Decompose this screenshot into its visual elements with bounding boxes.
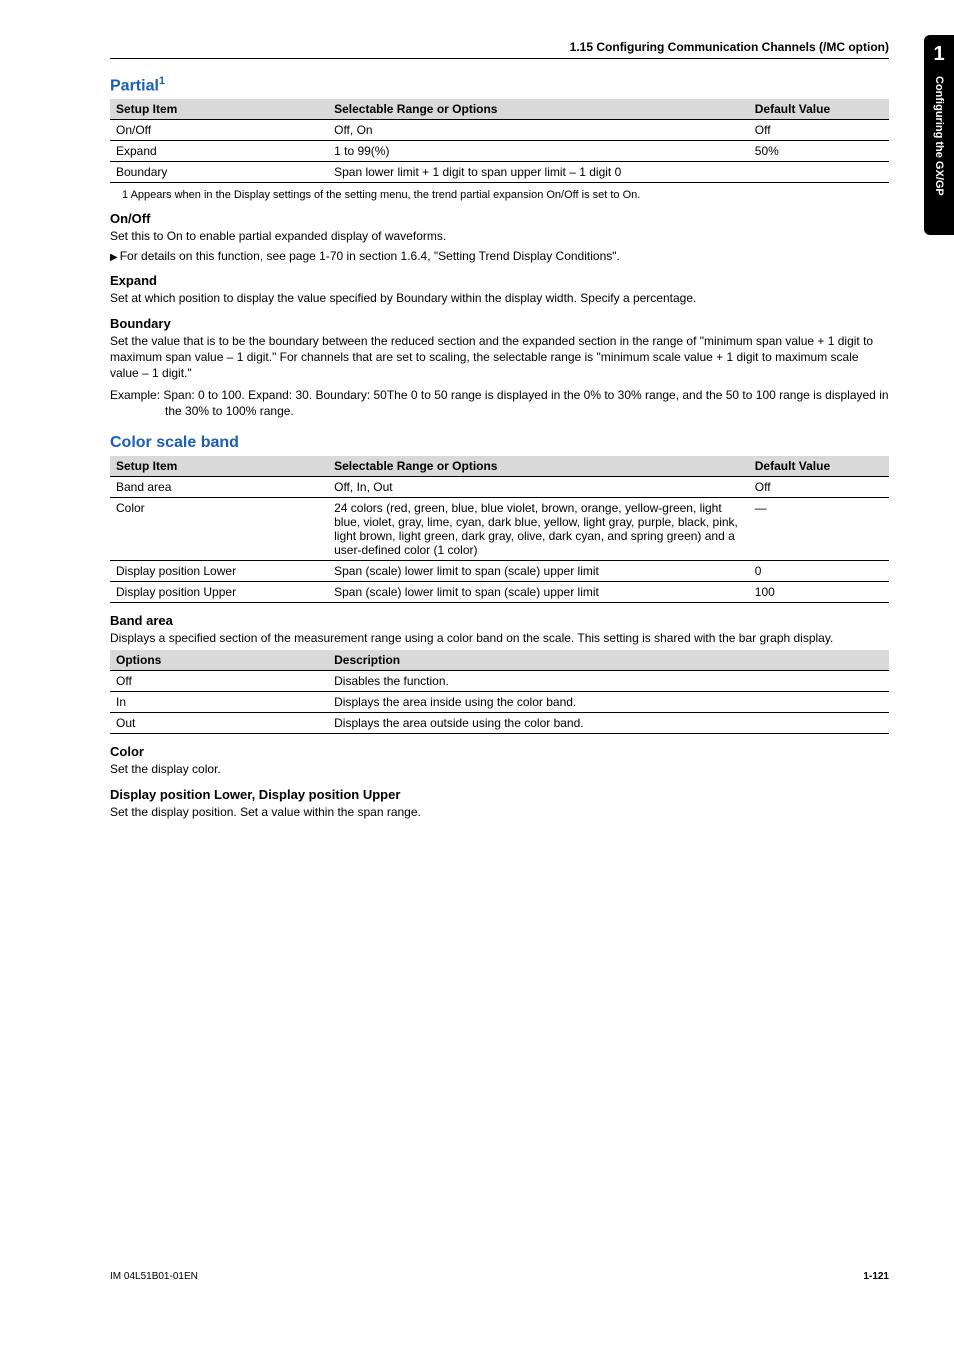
cell: 24 colors (red, green, blue, blue violet…	[328, 497, 749, 560]
color-heading: Color	[110, 744, 889, 759]
bandarea-heading: Band area	[110, 613, 889, 628]
onoff-reference: For details on this function, see page 1…	[110, 249, 889, 263]
colorscale-heading: Color scale band	[110, 434, 889, 452]
partial-heading-text: Partial	[110, 77, 159, 94]
table-row: Expand 1 to 99(%) 50%	[110, 141, 889, 162]
partial-footnote: 1 Appears when in the Display settings o…	[136, 189, 889, 201]
cell: Off, In, Out	[328, 476, 749, 497]
cell: Span (scale) lower limit to span (scale)…	[328, 581, 749, 602]
colorscale-table: Setup Item Selectable Range or Options D…	[110, 456, 889, 603]
bandarea-text: Displays a specified section of the meas…	[110, 630, 889, 646]
table-row: In Displays the area inside using the co…	[110, 691, 889, 712]
table-header-row: Options Description	[110, 650, 889, 671]
table-row: Boundary Span lower limit + 1 digit to s…	[110, 162, 889, 183]
cell: Boundary	[110, 162, 328, 183]
onoff-text: Set this to On to enable partial expande…	[110, 228, 889, 244]
th-options: Selectable Range or Options	[328, 99, 749, 120]
th-default: Default Value	[749, 99, 889, 120]
cell: 0	[749, 560, 889, 581]
table-header-row: Setup Item Selectable Range or Options D…	[110, 456, 889, 477]
th-default: Default Value	[749, 456, 889, 477]
expand-text: Set at which position to display the val…	[110, 290, 889, 306]
table-row: Band area Off, In, Out Off	[110, 476, 889, 497]
th-options: Options	[110, 650, 328, 671]
th-setup-item: Setup Item	[110, 99, 328, 120]
table-row: Color 24 colors (red, green, blue, blue …	[110, 497, 889, 560]
cell: Expand	[110, 141, 328, 162]
cell: Displays the area inside using the color…	[328, 691, 889, 712]
bandarea-options-table: Options Description Off Disables the fun…	[110, 650, 889, 734]
th-description: Description	[328, 650, 889, 671]
cell: Band area	[110, 476, 328, 497]
cell: Off, On	[328, 120, 749, 141]
disppos-heading: Display position Lower, Display position…	[110, 787, 889, 802]
cell: Span (scale) lower limit to span (scale)…	[328, 560, 749, 581]
cell: Display position Upper	[110, 581, 328, 602]
cell: 50%	[749, 141, 889, 162]
page-footer: IM 04L51B01-01EN 1-121	[110, 1271, 889, 1282]
cell: 1 to 99(%)	[328, 141, 749, 162]
boundary-text: Set the value that is to be the boundary…	[110, 333, 889, 382]
cell: Out	[110, 712, 328, 733]
table-row: Display position Lower Span (scale) lowe…	[110, 560, 889, 581]
color-text: Set the display color.	[110, 761, 889, 777]
page-section-header: 1.15 Configuring Communication Channels …	[110, 40, 889, 59]
boundary-heading: Boundary	[110, 316, 889, 331]
expand-heading: Expand	[110, 273, 889, 288]
table-row: Out Displays the area outside using the …	[110, 712, 889, 733]
footer-right: 1-121	[863, 1271, 889, 1282]
th-options: Selectable Range or Options	[328, 456, 749, 477]
cell: Off	[749, 120, 889, 141]
onoff-heading: On/Off	[110, 211, 889, 226]
cell: Display position Lower	[110, 560, 328, 581]
table-header-row: Setup Item Selectable Range or Options D…	[110, 99, 889, 120]
cell: Off	[110, 670, 328, 691]
cell: —	[749, 497, 889, 560]
disppos-text: Set the display position. Set a value wi…	[110, 804, 889, 820]
footer-left: IM 04L51B01-01EN	[110, 1271, 198, 1282]
partial-heading: Partial1	[110, 75, 889, 95]
partial-heading-sup: 1	[159, 75, 165, 87]
table-row: On/Off Off, On Off	[110, 120, 889, 141]
cell: Disables the function.	[328, 670, 889, 691]
cell: Span lower limit + 1 digit to span upper…	[328, 162, 889, 183]
cell: 100	[749, 581, 889, 602]
cell: In	[110, 691, 328, 712]
table-row: Off Disables the function.	[110, 670, 889, 691]
partial-table: Setup Item Selectable Range or Options D…	[110, 99, 889, 183]
cell: Off	[749, 476, 889, 497]
boundary-example: Example: Span: 0 to 100. Expand: 30. Bou…	[110, 387, 889, 419]
cell: Displays the area outside using the colo…	[328, 712, 889, 733]
cell: On/Off	[110, 120, 328, 141]
th-setup-item: Setup Item	[110, 456, 328, 477]
cell: Color	[110, 497, 328, 560]
table-row: Display position Upper Span (scale) lowe…	[110, 581, 889, 602]
